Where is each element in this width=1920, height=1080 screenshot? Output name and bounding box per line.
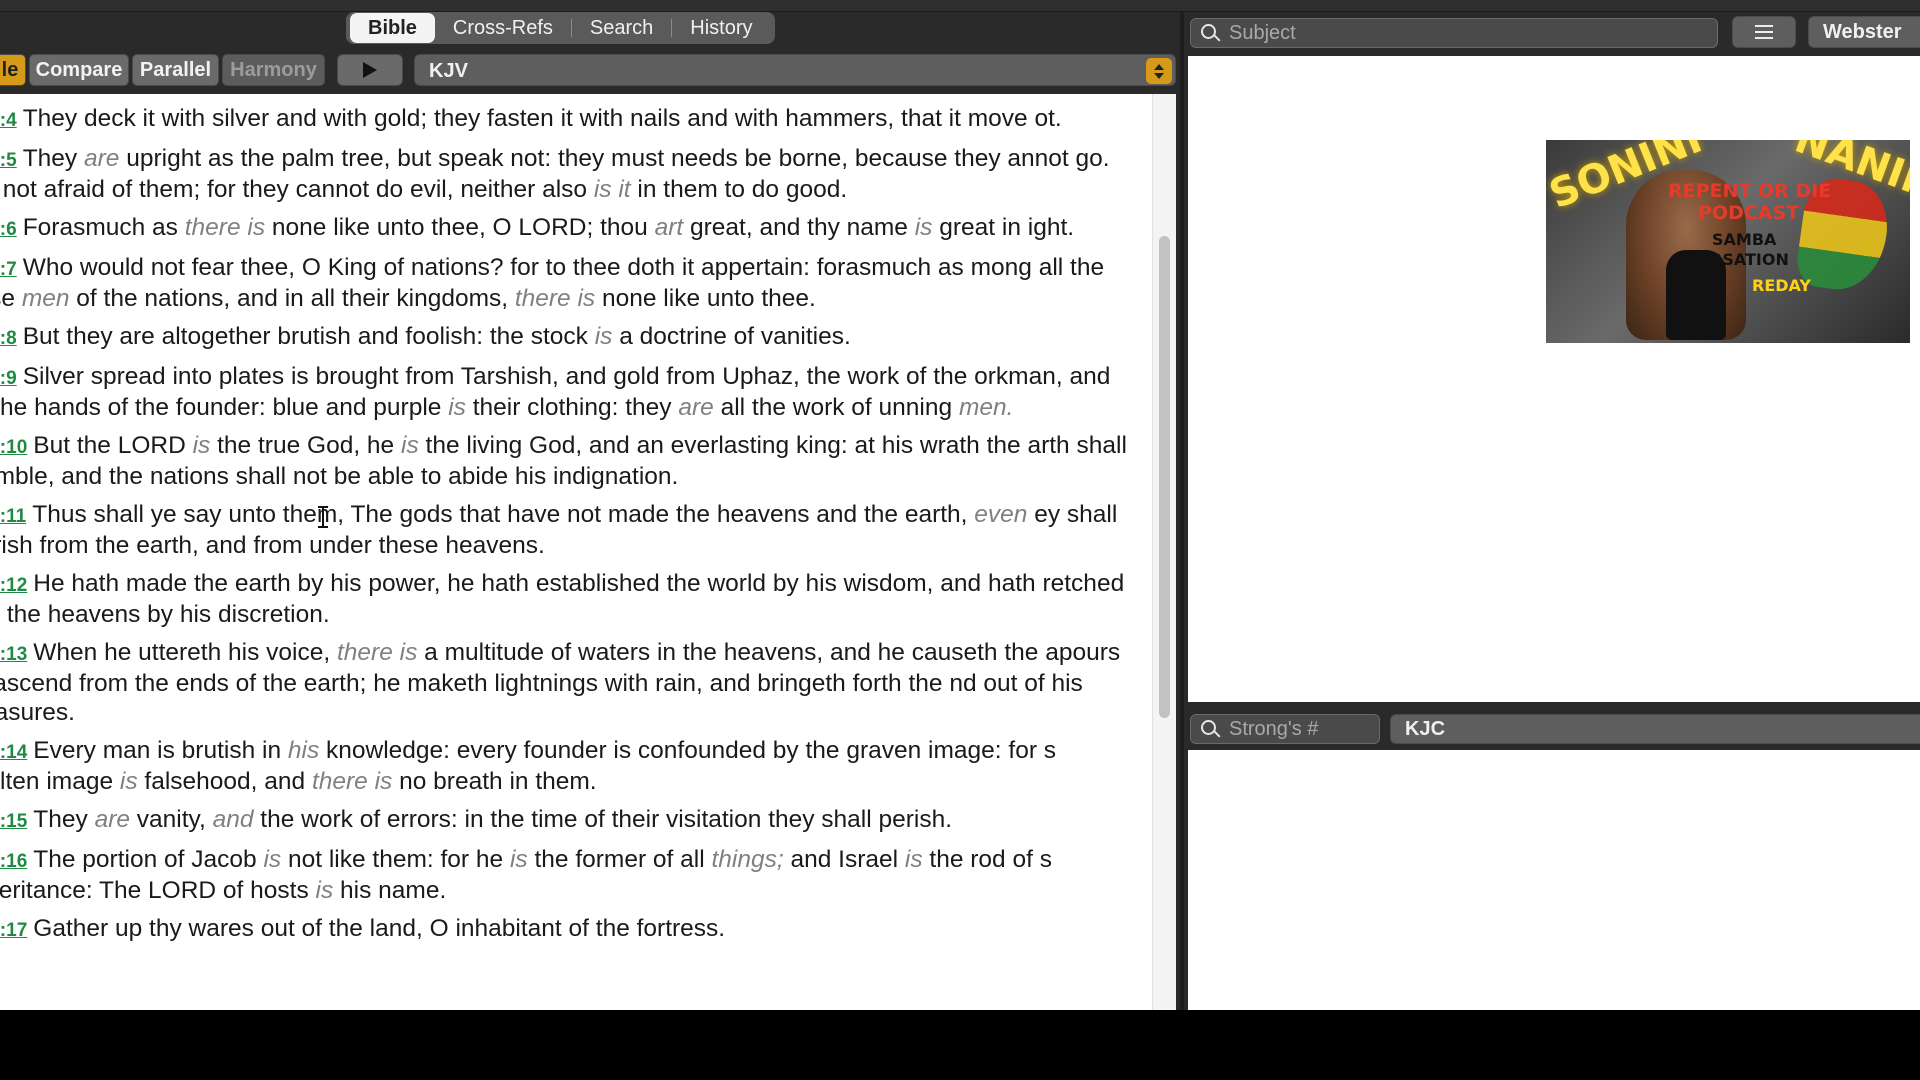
chevron-up-icon xyxy=(1154,63,1164,70)
verse-text: But they are altogether brutish and fool… xyxy=(22,323,851,350)
verse-reference-link[interactable]: r 10:8 xyxy=(0,328,17,349)
verse-text: Silver spread into plates is brought fro… xyxy=(0,363,1111,421)
bible-toolbar: le Compare Parallel Harmony KJV xyxy=(0,52,1180,92)
verse: r 10:11Thus shall ye say unto them, The … xyxy=(0,500,1130,560)
harmony-mode-button[interactable]: Harmony xyxy=(222,54,325,86)
verse-reference-link[interactable]: r 10:11 xyxy=(0,506,26,527)
verse-text: Who would not fear thee, O King of natio… xyxy=(0,254,1105,312)
verse: r 10:6 Forasmuch as there is none like un… xyxy=(0,213,1130,244)
bible-pane: Bible Cross-Refs Search History le Compa… xyxy=(0,12,1180,1020)
version-label: KJV xyxy=(429,60,468,82)
verse-text: Gather up thy wares out of the land, O i… xyxy=(33,915,726,942)
verse: r 10:8 But they are altogether brutish an… xyxy=(0,322,1130,353)
app-window: Bible Cross-Refs Search History le Compa… xyxy=(0,0,1920,1080)
reference-pane: Webster SONINI NANINI REPENT OR DIE PODC… xyxy=(1184,12,1920,1020)
scrollbar-thumb[interactable] xyxy=(1159,236,1170,718)
tab-cross-refs[interactable]: Cross-Refs xyxy=(435,13,571,43)
verse: r 10:12He hath made the earth by his pow… xyxy=(0,569,1130,629)
video-thumbnail: SONINI NANINI REPENT OR DIE PODCAST SAMB… xyxy=(1546,140,1910,343)
verse-text: They are upright as the palm tree, but s… xyxy=(0,145,1110,203)
thumbnail-line: SAMBA xyxy=(1712,230,1777,249)
stepper-icon[interactable] xyxy=(1146,58,1172,84)
verse-reference-link[interactable]: r 10:17 xyxy=(0,920,27,941)
verse-reference-link[interactable]: r 10:14 xyxy=(0,742,27,763)
magnifier-icon xyxy=(1201,24,1221,44)
verse-reference-link[interactable]: r 10:7 xyxy=(0,259,17,280)
verse: r 10:5They are upright as the palm tree,… xyxy=(0,144,1130,204)
strongs-toolbar: KJC xyxy=(1184,710,1920,748)
single-mode-button[interactable]: le xyxy=(0,54,26,86)
parallel-mode-button[interactable]: Parallel xyxy=(132,54,219,86)
verse-text: Thus shall ye say unto them, The gods th… xyxy=(0,501,1118,559)
verse: r 10:17 Gather up thy wares out of the la… xyxy=(0,914,1130,945)
list-menu-button[interactable] xyxy=(1732,16,1796,48)
verse-text: But the LORD is the true God, he is the … xyxy=(0,432,1127,490)
subject-search-input[interactable] xyxy=(1191,21,1717,45)
verse: r 10:4 They deck it with silver and with … xyxy=(0,104,1130,135)
tab-bar: Bible Cross-Refs Search History xyxy=(0,12,1180,52)
play-button[interactable] xyxy=(337,54,403,86)
top-strip xyxy=(0,0,1920,12)
thumbnail-line: PODCAST xyxy=(1698,202,1800,224)
magnifier-icon xyxy=(1201,720,1221,740)
verse-reference-link[interactable]: r 10:6 xyxy=(0,219,17,240)
chevron-down-icon xyxy=(1154,72,1164,79)
text-cursor-icon xyxy=(318,506,328,528)
tab-bible[interactable]: Bible xyxy=(350,13,435,43)
dictionary-view[interactable]: SONINI NANINI REPENT OR DIE PODCAST SAMB… xyxy=(1188,56,1920,702)
verse-text: He hath made the earth by his power, he … xyxy=(0,570,1125,628)
thumbnail-line: RSATION xyxy=(1710,250,1789,269)
verse-reference-link[interactable]: r 10:16 xyxy=(0,851,27,872)
verse: r 10:14Every man is brutish in his knowl… xyxy=(0,736,1130,796)
verse-text: The portion of Jacob is not like them: f… xyxy=(0,846,1052,904)
bottom-bar xyxy=(0,1010,1920,1080)
verse: r 10:15 They are vanity, and the work of … xyxy=(0,805,1130,836)
verse-reference-link[interactable]: r 10:4 xyxy=(0,110,17,131)
verse: r 10:9Silver spread into plates is broug… xyxy=(0,362,1130,422)
lexicon-select[interactable]: KJC xyxy=(1390,714,1920,744)
verse-list: r 10:4 They deck it with silver and with … xyxy=(0,94,1152,954)
subject-search-field[interactable] xyxy=(1190,18,1718,48)
list-icon xyxy=(1755,25,1773,27)
strongs-search-field[interactable] xyxy=(1190,714,1380,744)
verse: r 10:16The portion of Jacob is not like … xyxy=(0,845,1130,905)
tab-history[interactable]: History xyxy=(672,13,770,43)
verse: r 10:10But the LORD is the true God, he … xyxy=(0,431,1130,491)
lexicon-view[interactable] xyxy=(1188,750,1920,1020)
verse-reference-link[interactable]: r 10:5 xyxy=(0,150,17,171)
verse-reference-link[interactable]: r 10:12 xyxy=(0,575,27,596)
tab-search[interactable]: Search xyxy=(572,13,671,43)
dictionary-select[interactable]: Webster xyxy=(1808,16,1920,48)
verse-text: They deck it with silver and with gold; … xyxy=(22,105,1062,132)
version-select[interactable]: KJV xyxy=(414,54,1176,86)
verse-reference-link[interactable]: r 10:15 xyxy=(0,811,27,832)
thumbnail-line: REDAY xyxy=(1752,276,1811,295)
verse-text: Forasmuch as there is none like unto the… xyxy=(22,214,1075,241)
compare-mode-button[interactable]: Compare xyxy=(29,54,129,86)
bible-text-view[interactable]: r 10:4 They deck it with silver and with … xyxy=(0,94,1152,1020)
verse-text: They are vanity, and the work of errors:… xyxy=(33,806,953,833)
play-icon xyxy=(363,62,377,78)
thumbnail-line: REPENT OR DIE xyxy=(1668,180,1832,202)
vertical-scrollbar[interactable] xyxy=(1152,94,1176,1020)
verse-text: When he uttereth his voice, there is a m… xyxy=(0,639,1121,726)
verse-reference-link[interactable]: r 10:13 xyxy=(0,644,27,665)
verse-reference-link[interactable]: r 10:10 xyxy=(0,437,27,458)
verse-reference-link[interactable]: r 10:9 xyxy=(0,368,17,389)
verse: r 10:7Who would not fear thee, O King of… xyxy=(0,253,1130,313)
tab-group: Bible Cross-Refs Search History xyxy=(346,12,775,44)
verse: r 10:13When he uttereth his voice, there… xyxy=(0,638,1130,727)
verse-text: Every man is brutish in his knowledge: e… xyxy=(0,737,1057,795)
